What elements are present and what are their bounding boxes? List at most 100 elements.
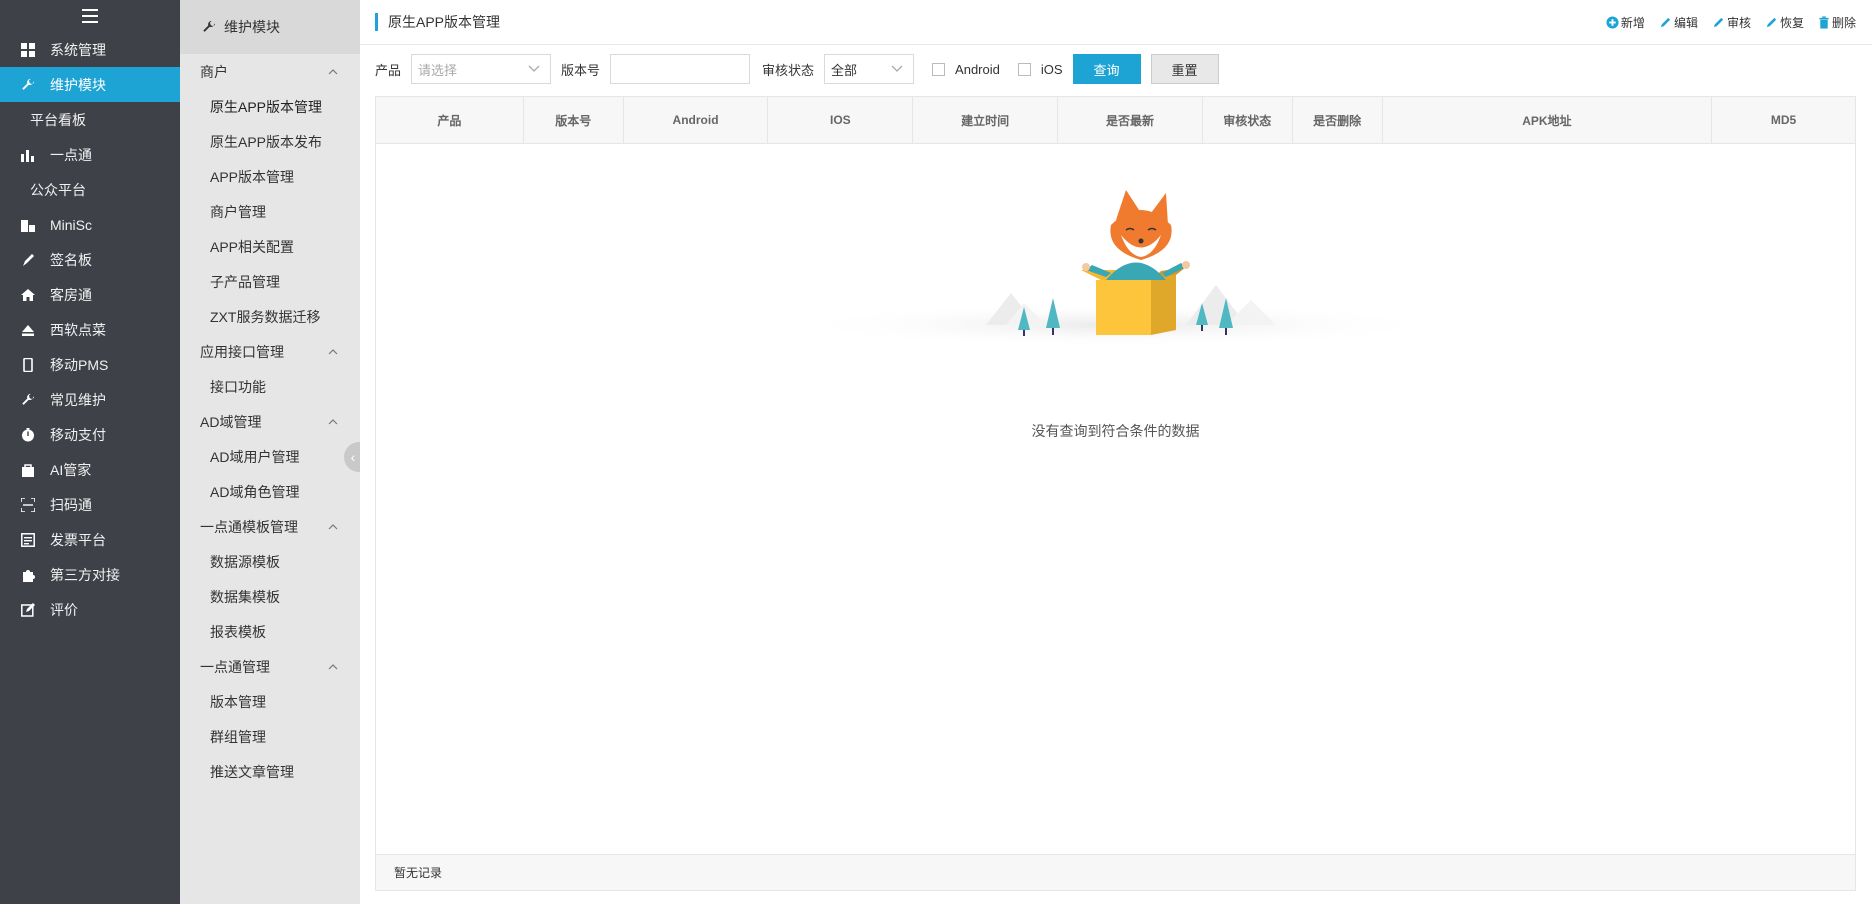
grid-icon [20,42,36,58]
subnav-group-label: 商户 [200,63,228,80]
subnav-link[interactable]: 群组管理 [180,719,360,754]
column-header[interactable]: 是否最新 [1058,97,1203,143]
sidebar-item[interactable]: 移动PMS [0,347,180,382]
subnav-link[interactable]: 报表模板 [180,614,360,649]
sidebar-item-label: MiniSc [50,216,93,233]
column-header[interactable]: 审核状态 [1203,97,1293,143]
subnav-group[interactable]: AD域管理 [180,404,360,439]
sidebar-item[interactable]: AI管家 [0,452,180,487]
table-header: 产品 版本号 Android IOS 建立时间 是否最新 审核状态 是否删除 APK地址 MD5 [376,97,1855,144]
restore-label: 恢复 [1779,15,1804,30]
sidebar-item[interactable]: 公众平台 [0,172,180,207]
chevron-up-icon [328,346,338,358]
column-header[interactable]: IOS [768,97,914,143]
building-icon [20,217,36,233]
subnav-link[interactable]: 商户管理 [180,194,360,229]
subnav-link[interactable]: 推送文章管理 [180,754,360,789]
restore-button[interactable]: 恢复 [1765,14,1804,31]
plus-circle-icon [1606,15,1619,29]
column-header[interactable]: Android [624,97,769,143]
subnav-link[interactable]: 数据源模板 [180,544,360,579]
menu-toggle-icon[interactable] [0,0,180,32]
subnav-link[interactable]: AD域角色管理 [180,474,360,509]
android-checkbox[interactable] [932,62,946,76]
bag-icon [20,462,36,478]
bar-chart-icon [20,147,36,163]
ios-checkbox[interactable] [1017,62,1031,76]
sidebar-item[interactable]: 常见维护 [0,382,180,417]
audit-button[interactable]: 审核 [1712,14,1751,31]
subnav-link[interactable]: 接口功能 [180,369,360,404]
clock-icon [20,427,36,443]
data-table: 产品 版本号 Android IOS 建立时间 是否最新 审核状态 是否删除 APK地址 MD5 [375,96,1856,891]
version-input[interactable] [610,54,751,84]
subnav-group[interactable]: 商户 [180,54,360,89]
subnav-group[interactable]: 应用接口管理 [180,334,360,369]
reset-button[interactable]: 重置 [1150,54,1219,84]
product-select[interactable]: 请选择 [411,54,552,84]
trash-icon [1819,15,1829,29]
sub-sidebar: 维护模块 商户原生APP版本管理 原生APP版本发布 APP版本管理 商户管理 APP相… [180,0,360,904]
sidebar-item[interactable]: 签名板 [0,242,180,277]
sidebar-item[interactable]: 发票平台 [0,522,180,557]
chevron-up-icon [328,521,338,533]
column-header[interactable]: APK地址 [1383,97,1713,143]
sidebar-item[interactable]: 评价 [0,592,180,627]
sidebar-item-label: 平台看板 [30,111,86,128]
query-button[interactable]: 查询 [1072,54,1141,84]
sidebar-item[interactable]: MiniSc [0,207,180,242]
eject-icon [20,322,36,338]
column-header[interactable]: 产品 [376,97,524,143]
chevron-down-icon [528,65,540,72]
subnav-link[interactable]: 子产品管理 [180,264,360,299]
subnav-group[interactable]: 一点通模板管理 [180,509,360,544]
subnav-link[interactable]: 数据集模板 [180,579,360,614]
sidebar-item[interactable]: 移动支付 [0,417,180,452]
sidebar-item-label: 扫码通 [50,496,92,513]
scan-icon [20,497,36,513]
sidebar-item[interactable]: 第三方对接 [0,557,180,592]
column-header[interactable]: 建立时间 [913,97,1059,143]
sidebar-item[interactable]: 维护模块 [0,67,180,102]
filter-bar: 产品 请选择 版本号 审核状态 全部 Android iOS 查询 重置 [360,45,1872,93]
main-sidebar: 系统管理维护模块平台看板一点通 公众平台 MiniSc 签名板 客房通 西软点菜 移动PMS… [0,0,180,904]
add-button[interactable]: 新增 [1606,14,1645,31]
subnav-link[interactable]: APP相关配置 [180,229,360,264]
sidebar-item[interactable]: 客房通 [0,277,180,312]
sidebar-item-label: 移动支付 [50,426,106,443]
sidebar-item[interactable]: 西软点菜 [0,312,180,347]
status-select[interactable]: 全部 [824,54,915,84]
column-header[interactable]: 是否删除 [1293,97,1383,143]
product-placeholder: 请选择 [418,62,458,78]
record-count-text: 暂无记录 [394,866,443,880]
chevron-up-icon [328,66,338,78]
list-icon [20,532,36,548]
subnav-link[interactable]: 版本管理 [180,684,360,719]
empty-fox-illustration [786,190,1446,347]
subnav-link[interactable]: AD域用户管理 [180,439,360,474]
column-header[interactable]: MD5 [1712,97,1855,143]
android-label: Android [955,61,1000,77]
column-header[interactable]: 版本号 [524,97,624,143]
subnav-header: 维护模块 [180,0,360,54]
sidebar-item-label: 维护模块 [50,76,106,93]
subnav-link[interactable]: 原生APP版本管理 [180,89,360,124]
subnav-title: 维护模块 [224,19,280,35]
subnav-link[interactable]: APP版本管理 [180,159,360,194]
subnav-link[interactable]: ZXT服务数据迁移 [180,299,360,334]
edit-button[interactable]: 编辑 [1659,14,1698,31]
sidebar-item[interactable]: 系统管理 [0,32,180,67]
sidebar-item-label: 第三方对接 [50,566,120,583]
sidebar-item[interactable]: 一点通 [0,137,180,172]
delete-button[interactable]: 删除 [1818,14,1856,31]
subnav-group[interactable]: 一点通管理 [180,649,360,684]
delete-label: 删除 [1831,15,1856,30]
status-value: 全部 [831,62,858,78]
sidebar-item-label: 评价 [50,601,78,618]
subnav-group-label: AD域管理 [200,413,262,430]
sidebar-item[interactable]: 扫码通 [0,487,180,522]
subnav-link[interactable]: 原生APP版本发布 [180,124,360,159]
wrench-icon [20,77,36,93]
sidebar-item[interactable]: 平台看板 [0,102,180,137]
subnav-group-label: 一点通管理 [200,658,270,675]
